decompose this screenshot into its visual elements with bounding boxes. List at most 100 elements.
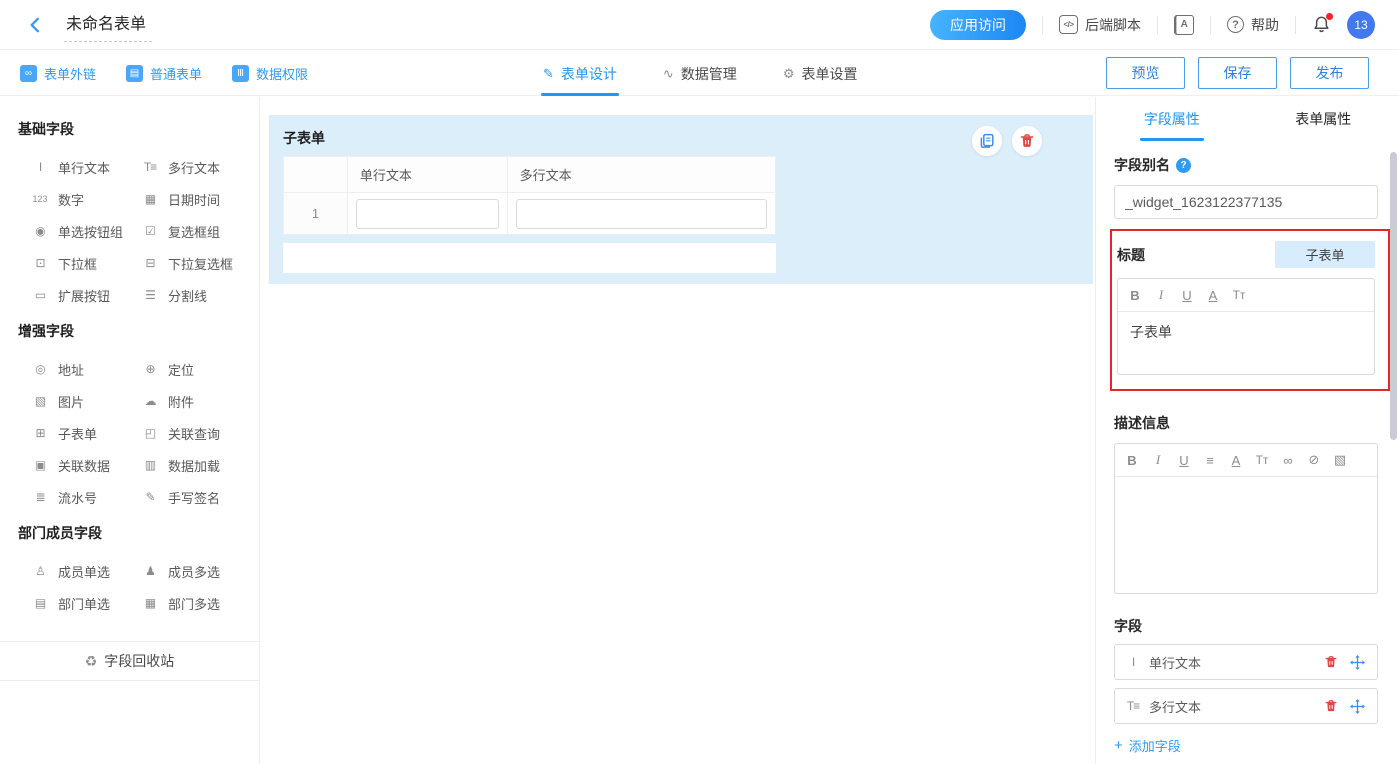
sidebar-item-location[interactable]: ⊕定位 bbox=[140, 353, 250, 385]
form-toolbar: ∞ 表单外链 ▤ 普通表单 Ⅲ 数据权限 ✎ 表单设计 ∿ 数据管理 ⚙ 表单设… bbox=[0, 51, 1399, 96]
field-alias-label: 字段别名 bbox=[1114, 155, 1170, 175]
divider bbox=[1157, 16, 1158, 34]
divider bbox=[1042, 16, 1043, 34]
item-label: 多行文本 bbox=[168, 158, 220, 177]
title-editor-content[interactable]: 子表单 bbox=[1118, 312, 1374, 374]
title-value-badge[interactable]: 子表单 bbox=[1275, 241, 1375, 268]
subfield-label: 多行文本 bbox=[1149, 697, 1314, 716]
font-color-button[interactable]: A bbox=[1200, 282, 1226, 308]
data-permission-button[interactable]: Ⅲ 数据权限 bbox=[232, 64, 308, 83]
sidebar-item-datetime[interactable]: ▦日期时间 bbox=[140, 183, 250, 215]
delete-subfield-button[interactable] bbox=[1322, 653, 1340, 671]
item-label: 单选按钮组 bbox=[58, 222, 123, 241]
sidebar-item-address[interactable]: ◎地址 bbox=[30, 353, 140, 385]
font-size-button[interactable]: Tт bbox=[1226, 282, 1252, 308]
single-line-text-input[interactable] bbox=[356, 199, 499, 229]
sidebar-item-member-single[interactable]: ♙成员单选 bbox=[30, 555, 140, 587]
data-load-icon: ▥ bbox=[140, 458, 160, 472]
panel-scrollbar[interactable] bbox=[1390, 152, 1397, 440]
sidebar-item-number[interactable]: 123数字 bbox=[30, 183, 140, 215]
properties-panel: 字段属性 表单属性 字段别名 ? 标题 子表单 B I U A Tт 子表单 bbox=[1095, 97, 1399, 764]
api-docs-button[interactable]: A bbox=[1174, 15, 1194, 35]
sidebar-item-serial-number[interactable]: ≣流水号 bbox=[30, 481, 140, 513]
preview-button[interactable]: 预览 bbox=[1106, 57, 1185, 89]
item-label: 下拉框 bbox=[58, 254, 97, 273]
sidebar-item-expand-button[interactable]: ▭扩展按钮 bbox=[30, 279, 140, 311]
design-canvas[interactable]: 子表单 单行文本 多 bbox=[261, 97, 1095, 764]
bold-button[interactable]: B bbox=[1122, 282, 1148, 308]
underline-button[interactable]: U bbox=[1174, 282, 1200, 308]
subfield-row-multi-line[interactable]: T≡ 多行文本 bbox=[1114, 688, 1378, 724]
sidebar-item-multi-line-text[interactable]: T≡多行文本 bbox=[140, 151, 250, 183]
recycle-icon: ♻ bbox=[85, 653, 97, 670]
subfield-row-single-line[interactable]: I 单行文本 bbox=[1114, 644, 1378, 680]
form-title[interactable]: 未命名表单 bbox=[64, 8, 152, 42]
italic-button[interactable]: I bbox=[1145, 447, 1171, 473]
tab-form-settings[interactable]: ⚙ 表单设置 bbox=[783, 51, 858, 96]
duplicate-widget-button[interactable] bbox=[972, 126, 1002, 156]
sidebar-item-dept-multi[interactable]: ▦部门多选 bbox=[140, 587, 250, 619]
number-icon: 123 bbox=[30, 194, 50, 204]
help-label: 帮助 bbox=[1251, 15, 1279, 35]
help-button[interactable]: ? 帮助 bbox=[1227, 15, 1279, 35]
sidebar-item-divider-line[interactable]: ☰分割线 bbox=[140, 279, 250, 311]
align-button[interactable]: ≡ bbox=[1197, 447, 1223, 473]
font-color-button[interactable]: A bbox=[1223, 447, 1249, 473]
insert-image-button[interactable]: ▧ bbox=[1327, 447, 1353, 473]
link-icon: ∞ bbox=[20, 65, 37, 82]
move-subfield-handle[interactable] bbox=[1348, 697, 1367, 716]
tab-data-management[interactable]: ∿ 数据管理 bbox=[663, 51, 737, 96]
item-label: 成员单选 bbox=[58, 562, 110, 581]
italic-button[interactable]: I bbox=[1148, 282, 1174, 308]
sidebar-item-signature[interactable]: ✎手写签名 bbox=[140, 481, 250, 513]
field-alias-input[interactable] bbox=[1114, 185, 1378, 219]
code-icon: </> bbox=[1059, 15, 1078, 34]
avatar[interactable]: 13 bbox=[1347, 11, 1375, 39]
bold-button[interactable]: B bbox=[1119, 447, 1145, 473]
item-label: 分割线 bbox=[168, 286, 207, 305]
app-access-button[interactable]: 应用访问 bbox=[930, 10, 1026, 40]
subform-widget-selected[interactable]: 子表单 单行文本 多 bbox=[269, 115, 1093, 284]
unlink-button[interactable]: ⊘ bbox=[1301, 447, 1327, 473]
sidebar-item-linked-data[interactable]: ▣关联数据 bbox=[30, 449, 140, 481]
backend-script-button[interactable]: </> 后端脚本 bbox=[1059, 15, 1141, 35]
item-label: 下拉复选框 bbox=[168, 254, 233, 273]
delete-widget-button[interactable] bbox=[1012, 126, 1042, 156]
font-size-button[interactable]: Tт bbox=[1249, 447, 1275, 473]
subform-table: 单行文本 多行文本 1 bbox=[283, 156, 776, 235]
underline-button[interactable]: U bbox=[1171, 447, 1197, 473]
tab-field-properties[interactable]: 字段属性 bbox=[1096, 97, 1248, 141]
move-subfield-handle[interactable] bbox=[1348, 653, 1367, 672]
sidebar-item-radio-group[interactable]: ◉单选按钮组 bbox=[30, 215, 140, 247]
sidebar-item-member-multi[interactable]: ♟成员多选 bbox=[140, 555, 250, 587]
sidebar-item-linked-query[interactable]: ◰关联查询 bbox=[140, 417, 250, 449]
sidebar-item-image[interactable]: ▧图片 bbox=[30, 385, 140, 417]
sidebar-item-checkbox-group[interactable]: ☑复选框组 bbox=[140, 215, 250, 247]
notification-bell-button[interactable] bbox=[1312, 15, 1331, 34]
delete-subfield-button[interactable] bbox=[1322, 697, 1340, 715]
tab-form-design[interactable]: ✎ 表单设计 bbox=[543, 51, 617, 96]
multi-line-text-input[interactable] bbox=[516, 199, 767, 229]
sidebar-item-attachment[interactable]: ☁附件 bbox=[140, 385, 250, 417]
sidebar-item-select[interactable]: ⊡下拉框 bbox=[30, 247, 140, 279]
external-link-button[interactable]: ∞ 表单外链 bbox=[20, 64, 96, 83]
add-field-label: 添加字段 bbox=[1129, 736, 1181, 755]
save-button[interactable]: 保存 bbox=[1198, 57, 1277, 89]
link-button[interactable]: ∞ bbox=[1275, 447, 1301, 473]
publish-button[interactable]: 发布 bbox=[1290, 57, 1369, 89]
sidebar-item-single-line-text[interactable]: I单行文本 bbox=[30, 151, 140, 183]
back-button[interactable] bbox=[26, 16, 44, 34]
description-editor-content[interactable] bbox=[1115, 477, 1377, 593]
field-recycle-bin[interactable]: ♻ 字段回收站 bbox=[0, 641, 259, 681]
image-icon: ▧ bbox=[30, 394, 50, 408]
sidebar-item-dept-single[interactable]: ▤部门单选 bbox=[30, 587, 140, 619]
title-label: 标题 bbox=[1117, 245, 1145, 265]
normal-form-button[interactable]: ▤ 普通表单 bbox=[126, 64, 202, 83]
sidebar-item-data-load[interactable]: ▥数据加载 bbox=[140, 449, 250, 481]
sidebar-item-subform[interactable]: ⊞子表单 bbox=[30, 417, 140, 449]
alias-help-icon[interactable]: ? bbox=[1176, 158, 1191, 173]
tab-form-properties[interactable]: 表单属性 bbox=[1248, 97, 1399, 141]
item-label: 部门单选 bbox=[58, 594, 110, 613]
add-field-button[interactable]: + 添加字段 bbox=[1114, 736, 1181, 755]
sidebar-item-multi-select[interactable]: ⊟下拉复选框 bbox=[140, 247, 250, 279]
